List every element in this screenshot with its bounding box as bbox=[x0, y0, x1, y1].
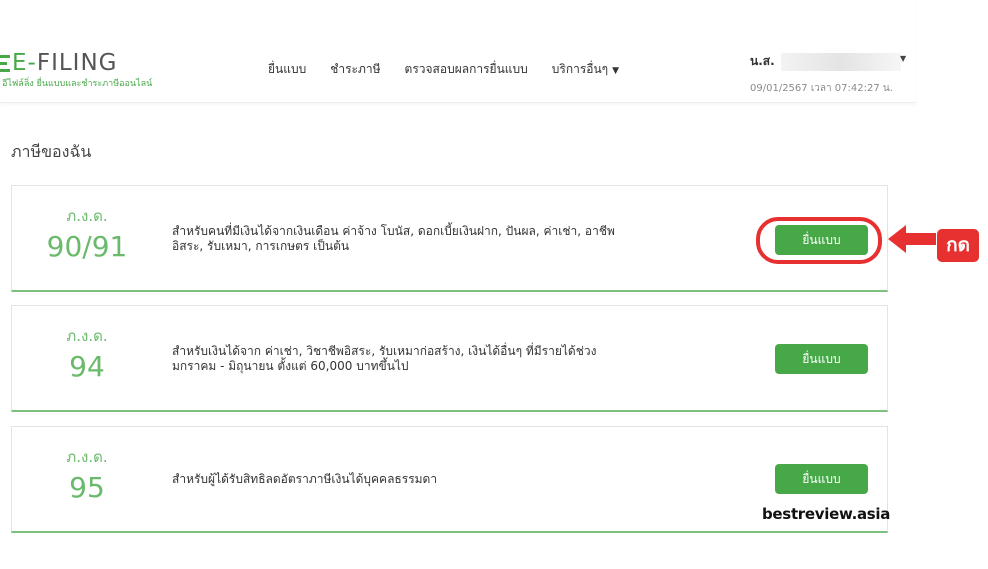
watermark: bestreview.asia bbox=[762, 505, 891, 523]
form-description: สำหรับผู้ได้รับสิทธิลดอัตราภาษีเงินได้บุ… bbox=[172, 472, 672, 487]
form-description-line1: สำหรับผู้ได้รับสิทธิลดอัตราภาษีเงินได้บุ… bbox=[172, 472, 438, 486]
logo-subtitle: อีไฟล์ลิ่ง ยื่นแบบและชำระภาษีออนไลน์ bbox=[2, 79, 153, 89]
caret-down-icon: ▼ bbox=[612, 66, 620, 76]
form-label: ภ.ง.ด. bbox=[66, 207, 108, 225]
file-return-button[interactable]: ยื่นแบบ bbox=[775, 344, 868, 374]
form-description: สำหรับเงินได้จาก ค่าเช่า, วิชาชีพอิสระ, … bbox=[172, 344, 672, 374]
page-title: ภาษีของฉัน bbox=[11, 142, 92, 161]
tax-form-card-94: ภ.ง.ด. 94 สำหรับเงินได้จาก ค่าเช่า, วิชา… bbox=[11, 305, 888, 412]
pointer-arrow-icon bbox=[888, 225, 936, 253]
press-callout-label: กด bbox=[937, 229, 979, 262]
tax-form-card-95: ภ.ง.ด. 95 สำหรับผู้ได้รับสิทธิลดอัตราภาษ… bbox=[11, 426, 888, 533]
form-description-line1: สำหรับเงินได้จาก ค่าเช่า, วิชาชีพอิสระ, … bbox=[172, 344, 597, 358]
user-menu[interactable]: น.ส. ▼ 09/01/2567 เวลา 07:42:27 น. bbox=[750, 52, 906, 96]
user-title: น.ส. bbox=[750, 54, 775, 68]
file-return-button[interactable]: ยื่นแบบ bbox=[775, 464, 868, 494]
form-number: 95 bbox=[69, 471, 105, 504]
nav-file-return[interactable]: ยื่นแบบ bbox=[268, 60, 306, 79]
form-number: 94 bbox=[69, 350, 105, 383]
nav-other-services-label: บริการอื่นๆ bbox=[551, 62, 609, 76]
form-label: ภ.ง.ด. bbox=[66, 327, 108, 345]
form-label: ภ.ง.ด. bbox=[66, 448, 108, 466]
logo-e-mark-icon bbox=[0, 54, 10, 72]
form-description: สำหรับคนที่มีเงินได้จากเงินเดือน ค่าจ้าง… bbox=[172, 224, 672, 254]
redacted-user-name bbox=[780, 52, 901, 71]
form-description-line2: มกราคม - มิถุนายน ตั้งแต่ 60,000 บาทขึ้น… bbox=[172, 359, 409, 373]
highlight-ring bbox=[756, 217, 882, 264]
nav-other-services[interactable]: บริการอื่นๆ ▼ bbox=[552, 60, 619, 79]
efiling-logo[interactable]: E-FILING bbox=[0, 50, 117, 76]
user-caret-down-icon: ▼ bbox=[900, 54, 907, 63]
form-number: 90/91 bbox=[46, 230, 128, 263]
logo-filing-text: FILING bbox=[36, 50, 118, 76]
form-description-line2: อิสระ, รับเหมา, การเกษตร เป็นต้น bbox=[172, 239, 350, 253]
form-description-line1: สำหรับคนที่มีเงินได้จากเงินเดือน ค่าจ้าง… bbox=[172, 224, 615, 238]
login-datetime: 09/01/2567 เวลา 07:42:27 น. bbox=[750, 83, 893, 94]
nav-check-status[interactable]: ตรวจสอบผลการยื่นแบบ bbox=[405, 60, 528, 79]
main-nav: ยื่นแบบ ชำระภาษี ตรวจสอบผลการยื่นแบบ บริ… bbox=[268, 60, 619, 79]
top-header: E-FILING อีไฟล์ลิ่ง ยื่นแบบและชำระภาษีออ… bbox=[0, 0, 916, 103]
nav-pay-tax[interactable]: ชำระภาษี bbox=[330, 60, 380, 79]
logo-dash: E- bbox=[12, 50, 37, 76]
